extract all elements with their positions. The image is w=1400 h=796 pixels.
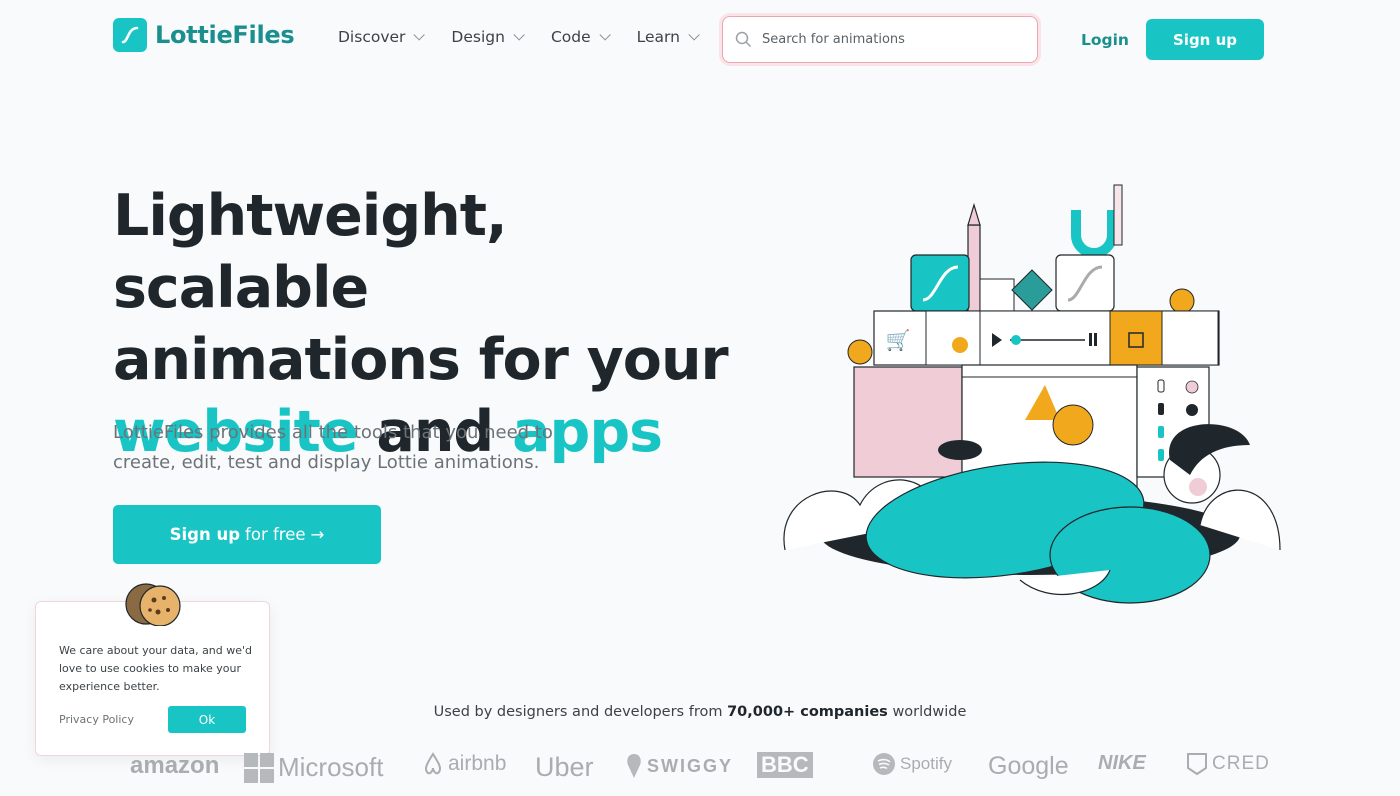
- search-icon: [735, 31, 752, 48]
- microsoft-logo-icon: [244, 752, 274, 783]
- chevron-down-icon: [599, 29, 611, 41]
- brand-microsoft-label: Microsoft: [278, 752, 384, 782]
- chevron-down-icon: [513, 29, 525, 41]
- login-link[interactable]: Login: [1081, 31, 1129, 49]
- spotify-logo-icon: [873, 753, 895, 775]
- search-input[interactable]: [762, 32, 1012, 47]
- used-by-suffix: worldwide: [892, 704, 967, 720]
- hero-subtitle: LottieFiles provides all the tools that …: [113, 422, 553, 473]
- signup-button[interactable]: Sign up: [1146, 19, 1264, 60]
- brand-microsoft: Microsoft: [244, 752, 383, 783]
- brand-cred-label: CRED: [1212, 753, 1270, 774]
- cookie-text: We care about your data, and we'd love t…: [59, 644, 253, 693]
- used-by-prefix: Used by designers and developers from: [433, 704, 723, 720]
- brand-google: Google: [988, 752, 1069, 780]
- hero-illustration: 🛒: [783, 184, 1281, 604]
- logo[interactable]: LottieFiles: [113, 18, 295, 52]
- brand-spotify: Spotify: [872, 752, 952, 776]
- brand-swiggy-label: SWIGGY: [647, 755, 734, 776]
- brand-swiggy: SWIGGY: [625, 752, 733, 780]
- chevron-down-icon: [688, 29, 700, 41]
- nav-label: Discover: [338, 28, 406, 46]
- cta-rest: for free: [245, 525, 306, 544]
- hero-title-line2: animations for your: [113, 327, 729, 393]
- cookie-icon: [125, 583, 181, 626]
- swiggy-logo-icon: [627, 754, 641, 778]
- brand-bbc-label: BBC: [757, 752, 813, 778]
- brand-cred: CRED: [1186, 752, 1270, 776]
- nav-label: Code: [550, 28, 591, 46]
- brand-uber: Uber: [535, 752, 594, 782]
- nav-learn[interactable]: Learn: [636, 28, 700, 46]
- cred-logo-icon: [1187, 753, 1207, 776]
- brand-airbnb: airbnb: [422, 752, 506, 776]
- svg-text:🛒: 🛒: [886, 328, 911, 352]
- nav-discover[interactable]: Discover: [338, 28, 426, 46]
- cta-strong: Sign up: [169, 525, 241, 544]
- hero-title-line1: Lightweight, scalable: [113, 183, 508, 321]
- signup-free-button[interactable]: Sign up for free →: [113, 505, 381, 564]
- brand-nike: NIKE: [1098, 752, 1146, 774]
- brand-airbnb-label: airbnb: [448, 752, 507, 775]
- airbnb-logo-icon: [424, 752, 442, 775]
- nav-code[interactable]: Code: [550, 28, 611, 46]
- main-nav: Discover Design Code Learn: [338, 28, 700, 46]
- lottie-logo-icon: [113, 18, 147, 52]
- used-by-text: Used by designers and developers from 70…: [0, 704, 1400, 720]
- search-box[interactable]: [722, 16, 1038, 63]
- logo-text: LottieFiles: [155, 21, 295, 49]
- brand-amazon: amazon: [130, 752, 220, 779]
- brand-spotify-label: Spotify: [900, 754, 952, 773]
- nav-label: Design: [451, 28, 505, 46]
- nav-label: Learn: [636, 28, 680, 46]
- cookie-banner: We care about your data, and we'd love t…: [35, 583, 270, 756]
- brand-bbc: BBC: [757, 752, 813, 778]
- chevron-down-icon: [413, 29, 426, 41]
- brand-logos: amazon Microsoft airbnb Uber SWIGGY BBC …: [0, 752, 1400, 796]
- arrow-right-icon: →: [310, 525, 325, 544]
- nav-design[interactable]: Design: [451, 28, 525, 46]
- used-by-highlight: 70,000+ companies: [727, 704, 888, 720]
